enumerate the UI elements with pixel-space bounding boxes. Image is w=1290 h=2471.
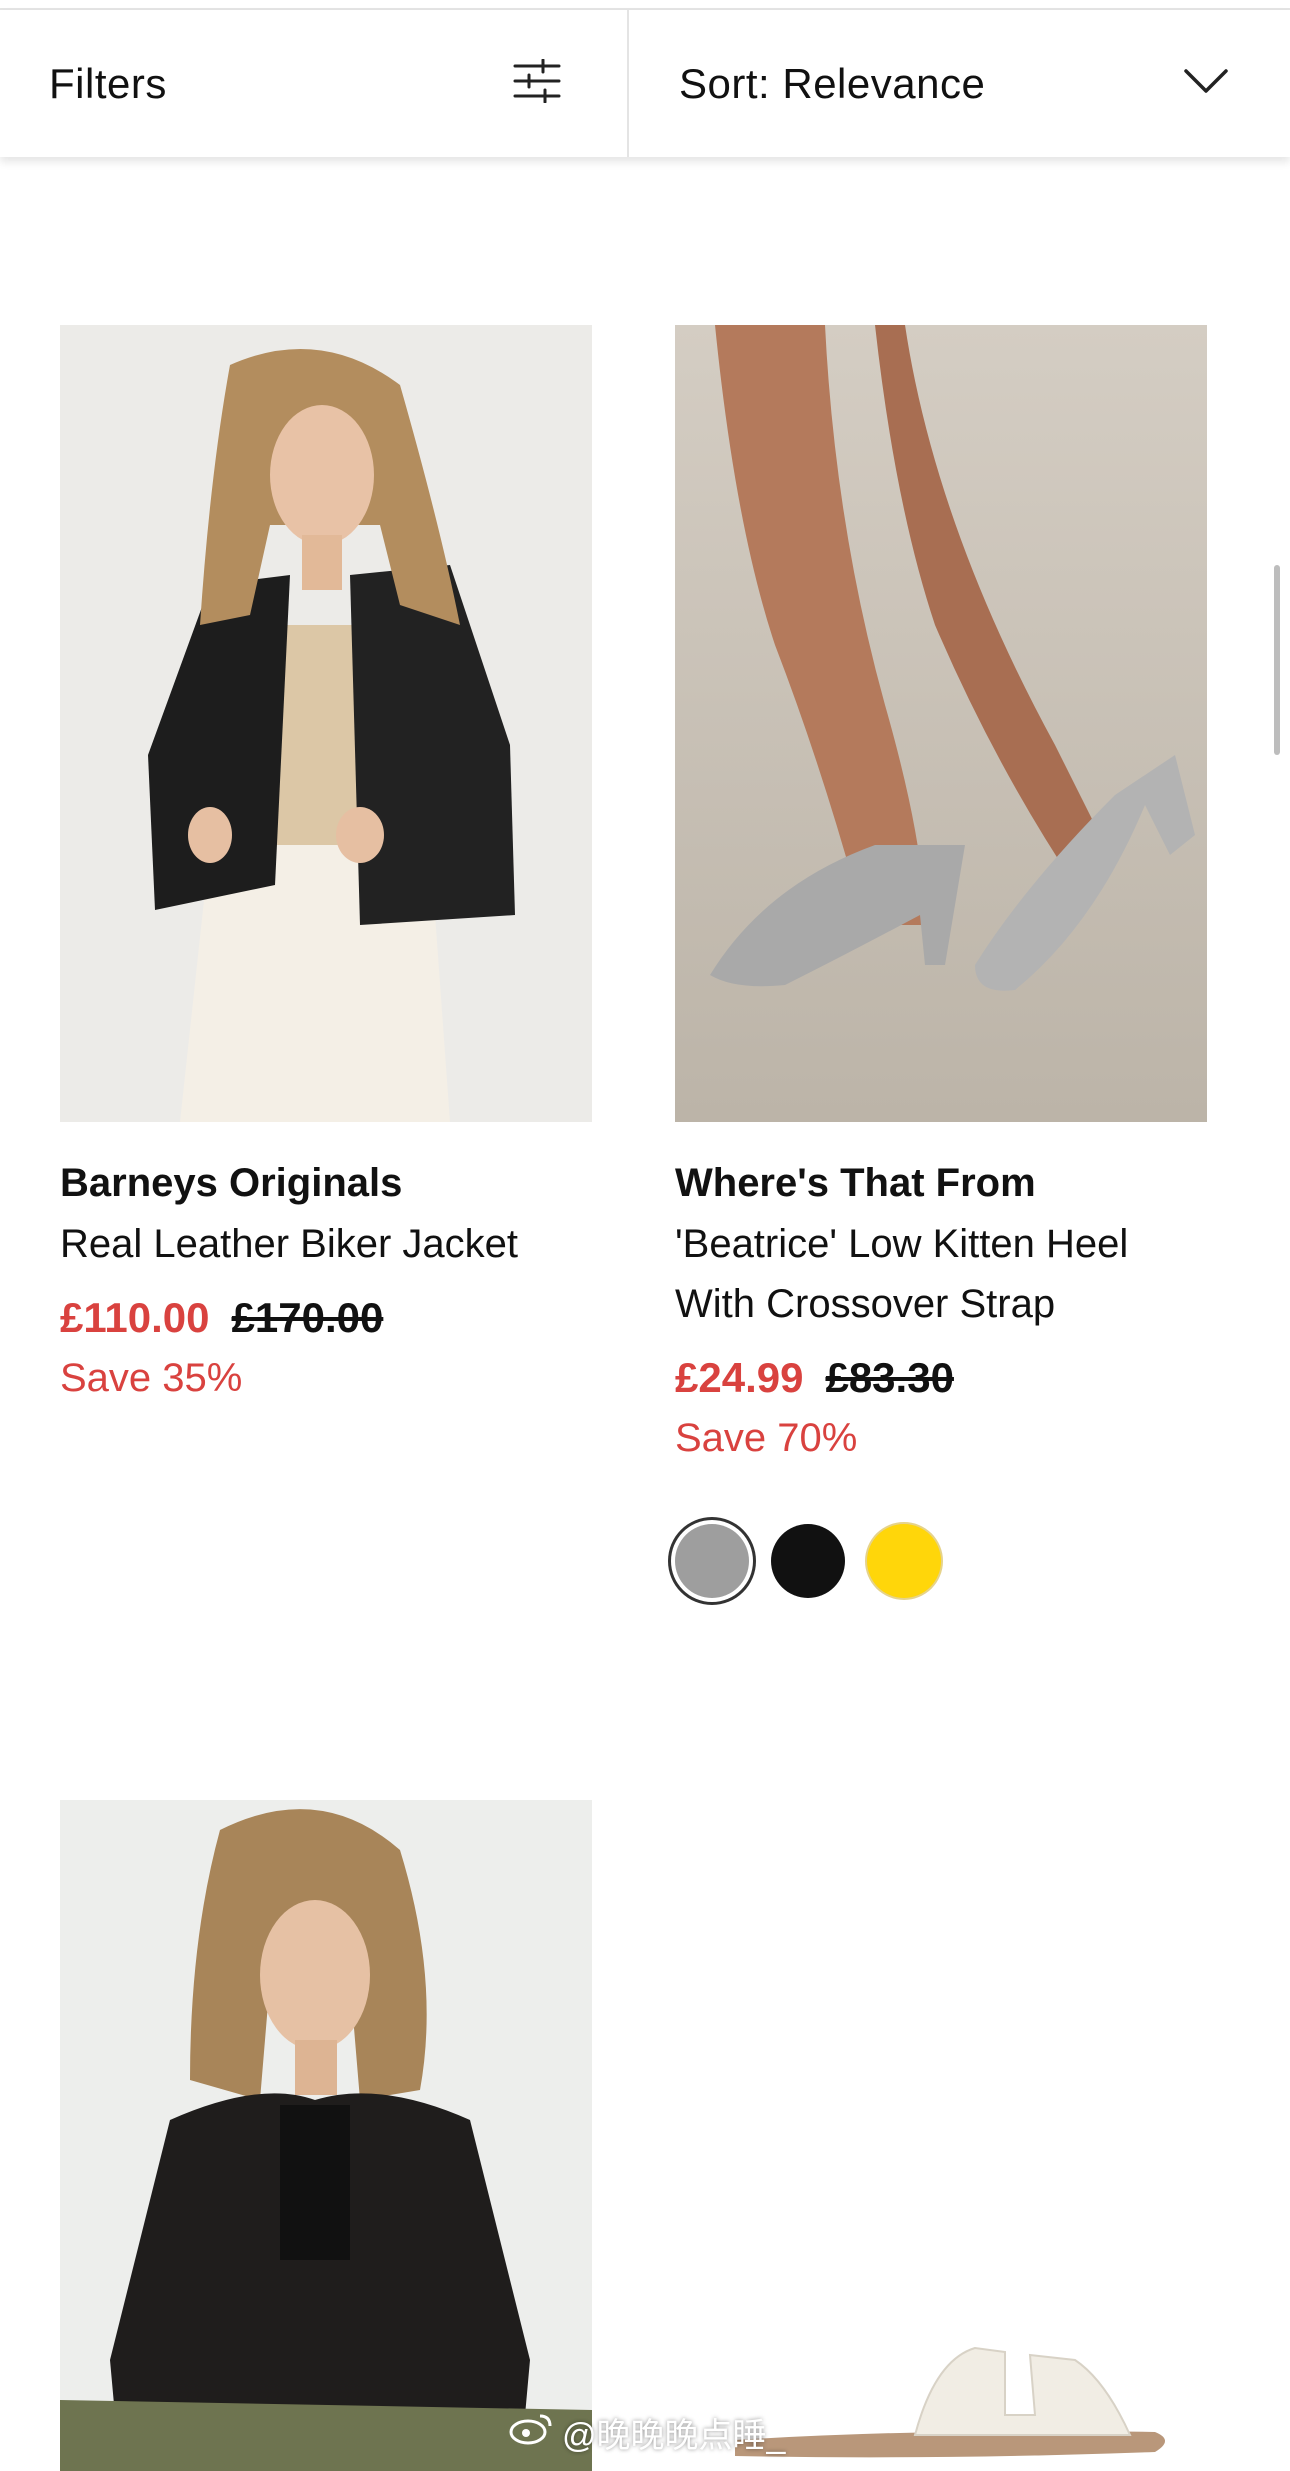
product-image-white-sandal[interactable]	[675, 1800, 1207, 2471]
product-title: 'Beatrice' Low Kitten Heel With Crossove…	[675, 1222, 1129, 1326]
product-card[interactable]	[60, 1800, 592, 2471]
product-prices: £110.00 £170.00	[60, 1288, 592, 1348]
top-divider	[0, 0, 1290, 10]
product-image-biker-jacket[interactable]	[60, 325, 592, 1122]
sort-label: Sort: Relevance	[679, 59, 986, 107]
sale-price: £110.00	[60, 1294, 210, 1341]
swatch-black[interactable]	[771, 1524, 845, 1598]
original-price: £170.00	[231, 1294, 384, 1341]
sale-price: £24.99	[675, 1354, 804, 1401]
product-title: Real Leather Biker Jacket	[60, 1222, 519, 1266]
product-listing-page: Filters Sort: Relevance Barneys Original…	[0, 0, 1290, 2471]
filters-button[interactable]: Filters	[0, 10, 629, 157]
swatch-silver[interactable]	[675, 1524, 749, 1598]
weibo-icon	[508, 2410, 554, 2455]
product-image-leather-jacket[interactable]	[60, 1800, 592, 2471]
discount-label: Save 70%	[675, 1416, 858, 1460]
watermark: @晚晚晚点睡_	[508, 2408, 785, 2457]
sliders-icon	[513, 58, 561, 108]
product-brand: Where's That From	[675, 1161, 1036, 1205]
color-swatches	[675, 1524, 1207, 1598]
swatch-yellow[interactable]	[867, 1524, 941, 1598]
scrollbar-thumb[interactable]	[1274, 565, 1280, 755]
watermark-text: @晚晚晚点睡_	[562, 2417, 786, 2455]
product-prices: £24.99 £83.30	[675, 1348, 1207, 1408]
original-price: £83.30	[825, 1354, 954, 1401]
product-image-kitten-heel[interactable]	[675, 325, 1207, 1122]
discount-label: Save 35%	[60, 1356, 243, 1400]
product-card[interactable]: Barneys Originals Real Leather Biker Jac…	[60, 325, 592, 1408]
product-card[interactable]	[675, 1800, 1207, 2471]
product-card[interactable]: Where's That From 'Beatrice' Low Kitten …	[675, 325, 1207, 1598]
filter-sort-toolbar: Filters Sort: Relevance	[0, 10, 1290, 157]
filters-label: Filters	[49, 59, 167, 107]
chevron-down-icon	[1184, 68, 1228, 99]
product-brand: Barneys Originals	[60, 1161, 403, 1205]
sort-dropdown[interactable]: Sort: Relevance	[629, 10, 1290, 157]
